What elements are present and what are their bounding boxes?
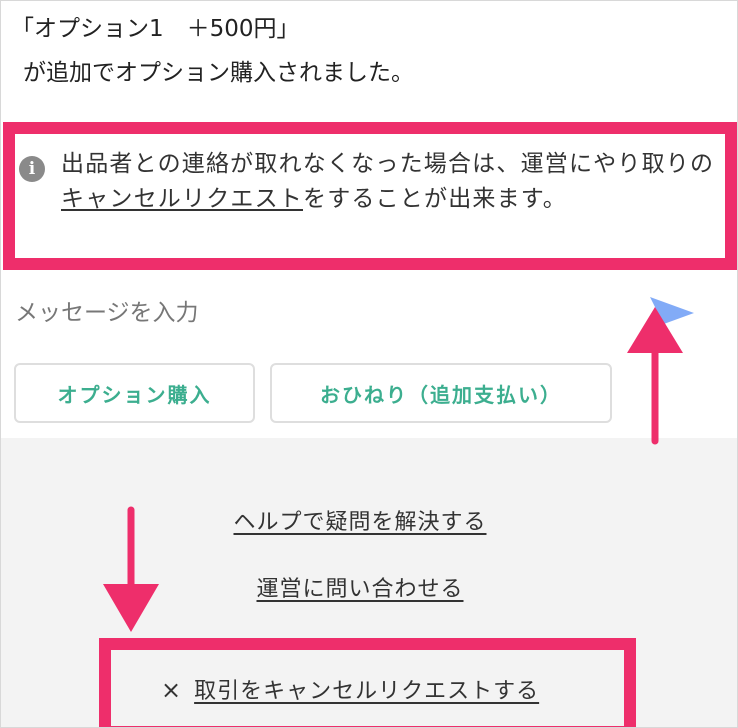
notice-text-after: をすることが出来ます。 — [303, 186, 567, 212]
option-purchase-button[interactable]: オプション購入 — [14, 363, 255, 423]
system-message: 「オプション1 ＋500円」 が追加でオプション購入されました。 — [11, 7, 414, 95]
arrow-up-annotation — [627, 307, 683, 445]
cancel-request-button[interactable]: × 取引をキャンセルリクエストする — [161, 673, 539, 705]
chat-screen: 「オプション1 ＋500円」 が追加でオプション購入されました。 i 出品者との… — [0, 0, 738, 728]
close-icon: × — [161, 676, 183, 704]
system-message-line2: が追加でオプション購入されました。 — [23, 60, 414, 86]
arrow-down-annotation — [103, 506, 159, 632]
info-icon: i — [19, 156, 45, 182]
cancel-notice-text: 出品者との連絡が取れなくなった場合は、運営にやり取りのキャンセルリクエストをする… — [61, 147, 721, 217]
cancel-request-link[interactable]: キャンセルリクエスト — [61, 186, 303, 212]
cancel-request-label: 取引をキャンセルリクエストする — [194, 679, 540, 704]
system-message-line1: 「オプション1 ＋500円」 — [11, 16, 300, 42]
tip-payment-button[interactable]: おひねり（追加支払い） — [270, 363, 612, 423]
notice-text-before: 出品者との連絡が取れなくなった場合は、運営にやり取りの — [61, 151, 715, 177]
message-input[interactable] — [1, 283, 621, 343]
